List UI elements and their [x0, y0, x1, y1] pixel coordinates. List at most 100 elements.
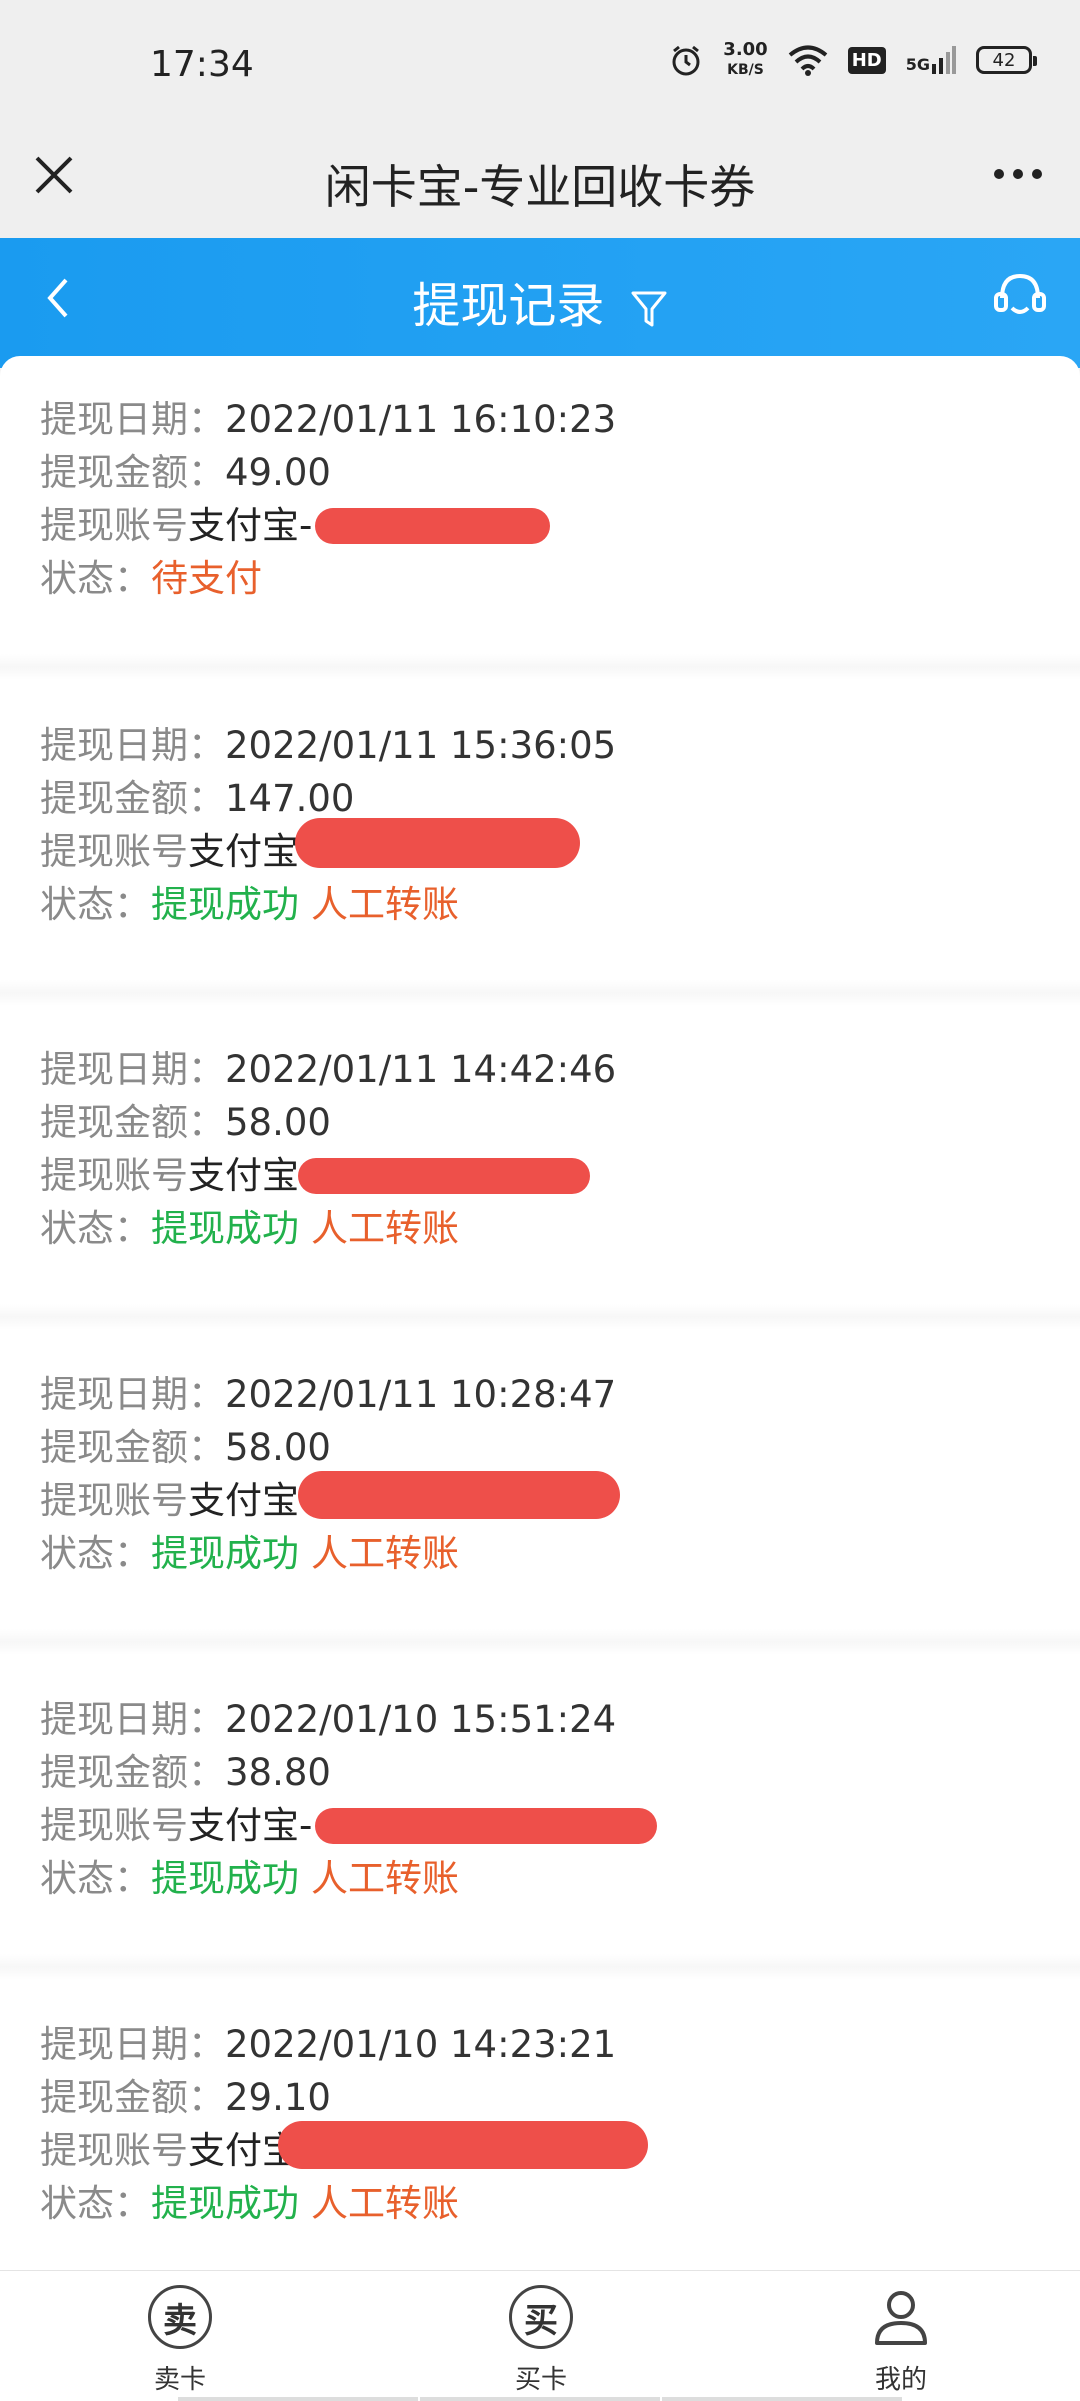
account-row: 提现账号支付宝-: [40, 500, 312, 552]
account-row: 提现账号支付宝: [40, 1150, 299, 1202]
account-label: 提现账号: [40, 504, 188, 547]
date-value: 2022/01/11 14:42:46: [225, 1048, 617, 1091]
list-item: 提现日期：2022/01/10 14:23:21 提现金额：29.10 提现账号…: [0, 1981, 1080, 2270]
amount-row: 提现金额：29.10: [40, 2072, 331, 2124]
redaction-mark: [315, 508, 550, 544]
filter-icon[interactable]: [630, 289, 668, 329]
amount-row: 提现金额：38.80: [40, 1747, 331, 1799]
nav-sell-label: 卖卡: [153, 2365, 206, 2395]
amount-row: 提现金额：58.00: [40, 1422, 331, 1474]
status-label: 状态：: [40, 1207, 151, 1250]
amount-row: 提现金额：58.00: [40, 1097, 331, 1149]
status-label: 状态：: [40, 557, 151, 600]
date-row: 提现日期：2022/01/11 15:36:05: [40, 720, 616, 772]
divider: [0, 1629, 1080, 1655]
customer-service-icon[interactable]: [990, 268, 1050, 328]
amount-label: 提现金额：: [40, 2076, 225, 2119]
net-speed: 3.00 KB/S: [723, 40, 767, 80]
status-label: 状态：: [40, 1857, 151, 1900]
amount-value: 29.10: [225, 2076, 331, 2119]
amount-label: 提现金额：: [40, 451, 225, 494]
amount-label: 提现金额：: [40, 777, 225, 820]
amount-row: 提现金额：147.00: [40, 773, 354, 825]
hd-badge: HD: [847, 46, 886, 74]
nav-mine[interactable]: 我的: [831, 2285, 971, 2396]
wifi-icon: [788, 45, 827, 76]
nav-sell-card[interactable]: 卖 卖卡: [110, 2285, 250, 2396]
redaction-mark: [295, 818, 580, 868]
account-row: 提现账号支付宝: [40, 1475, 299, 1527]
account-row: 提现账号支付宝: [40, 2125, 299, 2177]
date-value: 2022/01/10 14:23:21: [225, 2023, 617, 2066]
divider: [0, 654, 1080, 680]
status-badge: 提现成功: [151, 1857, 299, 1900]
date-label: 提现日期：: [40, 724, 225, 767]
nav-buy-label: 买卡: [514, 2365, 567, 2395]
withdrawal-list[interactable]: 提现日期：2022/01/11 16:10:23 提现金额：49.00 提现账号…: [0, 356, 1080, 2270]
status-bar: 17:34 3.00 KB/S HD 5G 42: [0, 0, 1080, 135]
network-type: 5G: [905, 55, 930, 74]
status-row: 状态：提现成功 人工转账: [40, 1853, 459, 1905]
amount-value: 58.00: [225, 1426, 331, 1469]
redaction-mark: [298, 1158, 590, 1194]
nav-buy-card[interactable]: 买 买卡: [471, 2285, 611, 2396]
app-header: 闲卡宝-专业回收卡券: [0, 135, 1080, 238]
account-value: 支付宝: [188, 830, 299, 873]
date-label: 提现日期：: [40, 1048, 225, 1091]
date-row: 提现日期：2022/01/10 15:51:24: [40, 1694, 616, 1746]
status-label: 状态：: [40, 1532, 151, 1575]
nav-indicator: [420, 2397, 660, 2401]
account-row: 提现账号支付宝-: [40, 1800, 312, 1852]
alarm-icon: [672, 45, 700, 76]
list-item: 提现日期：2022/01/11 14:42:46 提现金额：58.00 提现账号…: [0, 1006, 1080, 1306]
nav-indicator: [178, 2397, 418, 2401]
redaction-mark: [315, 1808, 657, 1844]
status-icons: 3.00 KB/S HD 5G 42: [669, 40, 1037, 80]
page-header: 提现记录: [0, 238, 1080, 368]
status-row: 状态：提现成功 人工转账: [40, 879, 459, 931]
account-label: 提现账号: [40, 830, 188, 873]
date-value: 2022/01/11 10:28:47: [225, 1373, 617, 1416]
date-label: 提现日期：: [40, 2023, 225, 2066]
list-item: 提现日期：2022/01/11 16:10:23 提现金额：49.00 提现账号…: [0, 356, 1080, 656]
page-title: 提现记录: [0, 266, 1080, 336]
sell-icon: 卖: [148, 2285, 212, 2349]
account-label: 提现账号: [40, 1804, 188, 1847]
amount-value: 147.00: [225, 777, 355, 820]
date-label: 提现日期：: [40, 1373, 225, 1416]
status-label: 状态：: [40, 883, 151, 926]
date-value: 2022/01/10 15:51:24: [225, 1698, 617, 1741]
date-row: 提现日期：2022/01/11 10:28:47: [40, 1369, 616, 1421]
account-label: 提现账号: [40, 2129, 188, 2172]
transfer-type: 人工转账: [311, 1857, 459, 1900]
account-label: 提现账号: [40, 1154, 188, 1197]
date-value: 2022/01/11 15:36:05: [225, 724, 617, 767]
status-time: 17:34: [150, 44, 254, 85]
status-badge: 待支付: [151, 557, 262, 600]
status-row: 状态：待支付: [40, 553, 262, 605]
bottom-nav: 卖 卖卡 买 买卡 我的: [0, 2270, 1080, 2401]
transfer-type: 人工转账: [311, 883, 459, 926]
status-badge: 提现成功: [151, 1207, 299, 1250]
account-row: 提现账号支付宝: [40, 826, 299, 878]
list-item: 提现日期：2022/01/10 15:51:24 提现金额：38.80 提现账号…: [0, 1656, 1080, 1956]
user-icon: [875, 2291, 927, 2345]
status-badge: 提现成功: [151, 883, 299, 926]
battery-level: 42: [992, 49, 1016, 71]
nav-mine-label: 我的: [874, 2365, 927, 2395]
account-value: 支付宝: [188, 1479, 299, 1522]
status-row: 状态：提现成功 人工转账: [40, 1528, 459, 1580]
nav-indicator: [662, 2397, 902, 2401]
account-value: 支付宝-: [188, 1804, 313, 1847]
amount-row: 提现金额：49.00: [40, 447, 331, 499]
divider: [0, 1954, 1080, 1980]
more-icon[interactable]: [994, 169, 1042, 179]
page-title-text: 提现记录: [412, 278, 605, 334]
list-item: 提现日期：2022/01/11 15:36:05 提现金额：147.00 提现账…: [0, 682, 1080, 982]
date-row: 提现日期：2022/01/10 14:23:21: [40, 2019, 616, 2071]
list-item: 提现日期：2022/01/11 10:28:47 提现金额：58.00 提现账号…: [0, 1331, 1080, 1631]
status-badge: 提现成功: [151, 1532, 299, 1575]
status-row: 状态：提现成功 人工转账: [40, 1203, 459, 1255]
app-title: 闲卡宝-专业回收卡券: [324, 160, 756, 214]
divider: [0, 980, 1080, 1006]
